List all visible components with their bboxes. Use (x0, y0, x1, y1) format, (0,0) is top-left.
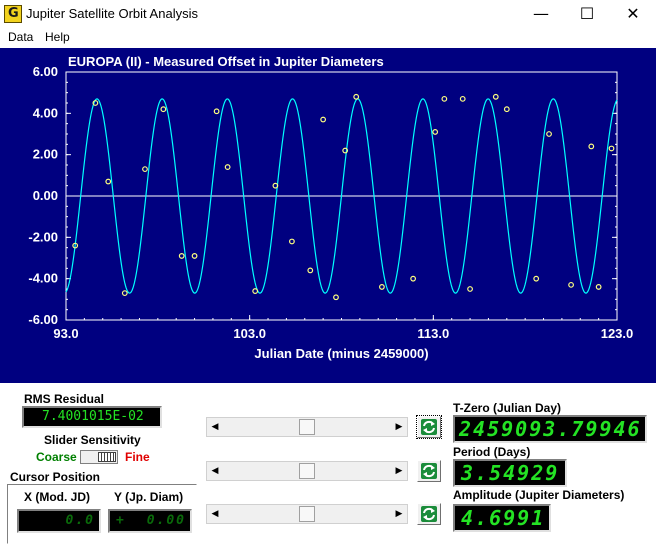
slider-left-arrow-icon[interactable]: ◀ (207, 418, 223, 436)
y-tick-label: 6.00 (33, 64, 58, 79)
refresh-icon (421, 419, 437, 435)
rms-label: RMS Residual (24, 392, 105, 406)
x-tick-label: 123.0 (601, 326, 634, 341)
data-point (224, 164, 231, 170)
cursor-y-sign: + (116, 513, 126, 528)
data-point (459, 95, 466, 102)
cursor-position-label: Cursor Position (10, 470, 101, 484)
plot-title: EUROPA (II) - Measured Offset in Jupiter… (68, 54, 384, 69)
data-point (213, 108, 220, 115)
data-point (588, 143, 595, 150)
refresh-period-button[interactable] (417, 460, 441, 482)
data-point (121, 290, 128, 297)
cursor-x-display: 0.0 (17, 509, 101, 533)
data-point (546, 131, 552, 137)
data-point (160, 106, 167, 113)
amplitude-label: Amplitude (Jupiter Diameters) (453, 488, 625, 502)
y-tick-label: -4.00 (28, 271, 58, 286)
rms-value: 7.4001015E-02 (42, 409, 144, 424)
amplitude-value: 4.6991 (461, 506, 546, 530)
cursor-y-value: 0.00 (146, 513, 186, 528)
title-bar: G Jupiter Satellite Orbit Analysis — ☐ ✕ (0, 0, 656, 28)
x-axis-label: Julian Date (minus 2459000) (254, 346, 428, 361)
data-point (252, 288, 259, 294)
cursor-y-display: + 0.00 (108, 509, 192, 533)
data-point (191, 253, 198, 259)
orbit-plot[interactable]: 6.00 4.00 2.00 0.00 -2.00 -4.00 -6.0093.0 103.0… (0, 48, 656, 383)
y-tick-label: -6.00 (28, 312, 58, 327)
window-title: Jupiter Satellite Orbit Analysis (26, 6, 198, 21)
data-point (608, 145, 615, 152)
refresh-amplitude-button[interactable] (417, 503, 441, 525)
slider-right-arrow-icon[interactable]: ▶ (391, 462, 407, 480)
data-point (307, 267, 314, 274)
minimize-button[interactable]: — (518, 0, 564, 28)
sensitivity-toggle-knob[interactable] (98, 452, 116, 462)
cursor-x-value: 0.0 (65, 513, 95, 528)
sensitivity-fine-label: Fine (125, 450, 150, 464)
data-point (503, 106, 510, 113)
data-point (105, 178, 112, 185)
menu-help[interactable]: Help (45, 30, 70, 44)
data-point (533, 275, 540, 282)
menu-data[interactable]: Data (8, 30, 33, 44)
y-tick-label: 0.00 (33, 188, 58, 203)
sensitivity-toggle[interactable] (80, 450, 118, 464)
slider-right-arrow-icon[interactable]: ▶ (391, 505, 407, 523)
period-value: 3.54929 (461, 461, 560, 485)
data-point (289, 238, 295, 245)
amplitude-slider[interactable]: ◀ ▶ (206, 504, 408, 524)
data-point (142, 166, 148, 173)
slider-thumb[interactable] (299, 463, 315, 479)
slider-left-arrow-icon[interactable]: ◀ (207, 505, 223, 523)
refresh-icon (421, 463, 437, 479)
data-point (595, 284, 602, 290)
t-zero-label: T-Zero (Julian Day) (453, 401, 562, 415)
x-tick-label: 113.0 (417, 326, 449, 341)
data-point (568, 281, 574, 288)
refresh-icon (421, 506, 437, 522)
y-tick-label: -2.00 (28, 229, 58, 244)
rms-display: 7.4001015E-02 (22, 406, 162, 428)
y-tick-label: 2.00 (33, 147, 58, 162)
data-point (353, 93, 360, 100)
t-zero-display: 2459093.79946 (453, 415, 647, 443)
plot-panel[interactable]: 6.00 4.00 2.00 0.00 -2.00 -4.00 -6.00 93.0 103.0… (0, 48, 656, 383)
x-tick-label: 103.0 (233, 326, 266, 341)
cursor-y-label: Y (Jp. Diam) (114, 490, 184, 504)
period-slider[interactable]: ◀ ▶ (206, 461, 408, 481)
refresh-t-zero-button[interactable] (416, 415, 442, 439)
x-tick-label: 93.0 (53, 326, 78, 341)
y-tick-label: 4.00 (33, 105, 58, 120)
t-zero-value: 2459093.79946 (459, 417, 642, 441)
orbit-app-icon[interactable]: G (4, 5, 22, 23)
menu-bar: Data Help (0, 28, 656, 48)
slider-left-arrow-icon[interactable]: ◀ (207, 462, 223, 480)
data-point (333, 294, 339, 301)
data-point (467, 286, 473, 292)
data-point (178, 253, 185, 259)
sensitivity-coarse-label: Coarse (36, 450, 77, 464)
slider-thumb[interactable] (299, 419, 315, 435)
cursor-x-label: X (Mod. JD) (24, 490, 90, 504)
data-point (320, 116, 327, 123)
period-label: Period (Days) (453, 445, 531, 459)
sensitivity-label: Slider Sensitivity (44, 433, 141, 447)
period-display: 3.54929 (453, 459, 567, 487)
t-zero-slider[interactable]: ◀ ▶ (206, 417, 408, 437)
slider-thumb[interactable] (299, 506, 315, 522)
data-point (492, 93, 499, 100)
close-button[interactable]: ✕ (610, 0, 656, 28)
data-point (432, 129, 439, 135)
app-icon-letter: G (8, 6, 19, 21)
maximize-button[interactable]: ☐ (564, 0, 610, 28)
controls-panel: RMS Residual 7.4001015E-02 Slider Sensit… (0, 383, 656, 548)
data-point (441, 95, 448, 102)
slider-right-arrow-icon[interactable]: ▶ (391, 418, 407, 436)
data-point (410, 275, 417, 282)
amplitude-display: 4.6991 (453, 504, 551, 532)
data-point (379, 284, 385, 290)
